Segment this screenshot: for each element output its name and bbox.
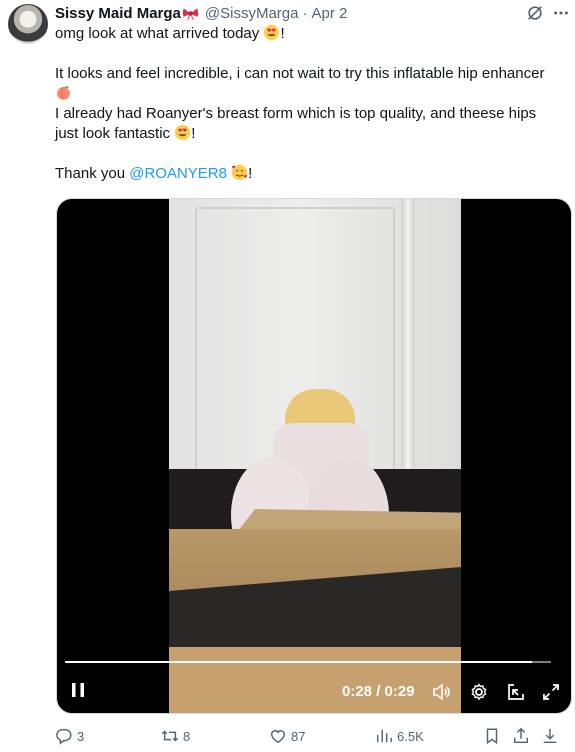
video-time: 0:28 / 0:29 [342,683,415,700]
tweet-line-2: It looks and feel incredible, i can not … [55,65,545,82]
settings-icon[interactable] [469,682,489,702]
grok-icon[interactable] [526,4,544,22]
tweet-line-4: just look fantastic ! [55,124,565,144]
action-bar: 3 8 87 6.5K [55,727,575,749]
like-count: 87 [291,728,306,744]
tweet-line-peach [55,84,565,104]
post-date[interactable]: Apr 2 [311,5,347,22]
time-separator: / [372,683,385,700]
tweet-line-5: Thank you @ROANYER8 ! [55,164,565,184]
repost-count: 8 [183,728,191,744]
like-icon [270,730,286,744]
share-icon [513,727,529,744]
views-icon [376,729,392,743]
tweet-line-4-text: just look fantastic [55,125,175,142]
popout-icon[interactable] [506,682,526,702]
volume-icon[interactable] [431,682,451,702]
views-count: 6.5K [397,728,424,744]
download-button[interactable] [541,727,559,745]
repost-icon [161,730,179,742]
tweet-line-3: I already had Roanyer's breast form whic… [55,105,537,122]
tweet-header: Sissy Maid Marga @SissyMarga · Apr 2 [55,3,347,23]
like-button[interactable]: 87 [269,727,305,745]
tweet-line-1: omg look at what arrived today ! [55,24,565,44]
tweet-line-5-text: Thank you [55,165,130,182]
views-button[interactable]: 6.5K [375,727,424,745]
pause-icon[interactable] [69,681,87,699]
reply-button[interactable]: 3 [55,727,84,745]
reply-icon [56,728,72,745]
tweet-line-1-text: omg look at what arrived today [55,25,264,42]
tweet-line-1-end: ! [280,25,285,42]
video-scrubber[interactable] [65,661,551,663]
repost-button[interactable]: 8 [161,727,190,745]
smiling-face-with-hearts-emoji-icon [231,164,248,181]
more-icon[interactable] [552,4,570,22]
tweet-line-4-end: ! [191,125,196,142]
bookmark-button[interactable] [483,727,501,745]
author-name[interactable]: Sissy Maid Marga [55,5,181,22]
mention-link[interactable]: @ROANYER8 [129,165,227,182]
bookmark-icon [486,728,498,745]
download-icon [543,728,557,744]
expand-icon[interactable] [541,682,561,702]
tweet-line-5-end: ! [248,165,253,182]
video-player[interactable]: 0:28 / 0:29 [56,198,572,714]
heart-eyes-emoji-icon [175,124,191,141]
video-scrubber-fill [65,661,532,663]
tweet-text: omg look at what arrived today ! It look… [55,24,565,184]
duration: 0:29 [384,683,415,700]
video-frame [169,199,461,713]
share-button[interactable] [512,727,530,745]
current-time: 0:28 [342,683,373,700]
bow-emoji-icon [182,7,199,20]
heart-eyes-emoji-icon [264,24,280,41]
author-handle[interactable]: @SissyMarga [205,5,299,22]
avatar[interactable] [8,4,48,44]
separator-dot: · [302,4,308,22]
reply-count: 3 [77,728,85,744]
peach-emoji-icon [57,86,70,100]
